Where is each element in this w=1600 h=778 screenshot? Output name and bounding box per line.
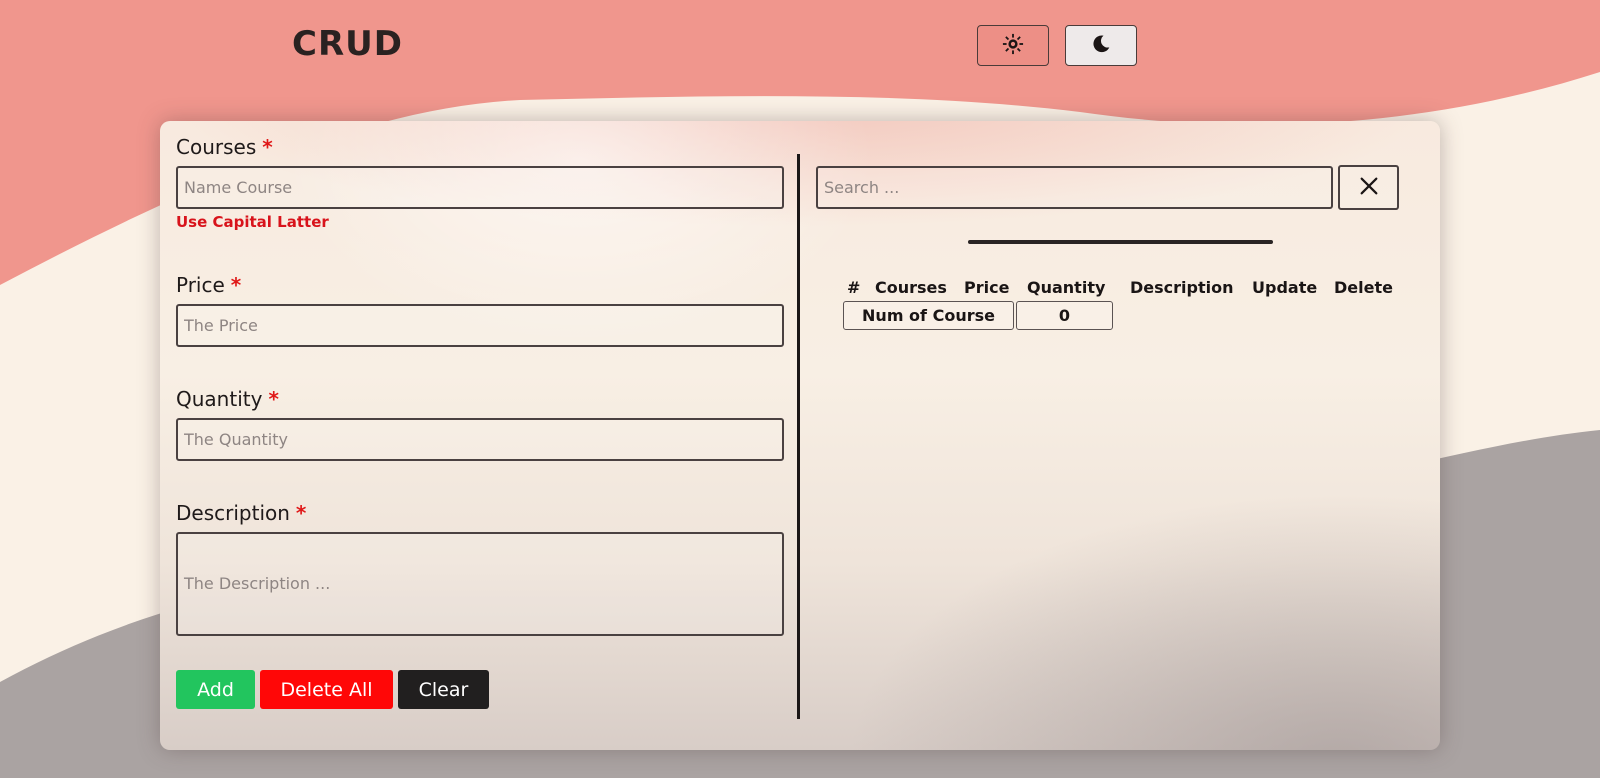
price-label: Price * xyxy=(176,273,241,297)
moon-icon xyxy=(1091,34,1111,58)
price-input[interactable] xyxy=(176,304,784,347)
clear-button[interactable]: Clear xyxy=(398,670,489,709)
delete-all-button[interactable]: Delete All xyxy=(260,670,393,709)
price-label-text: Price xyxy=(176,273,225,297)
required-mark: * xyxy=(268,387,279,411)
course-count-label: Num of Course xyxy=(843,301,1014,330)
column-header-number: # xyxy=(847,278,861,297)
search-input[interactable] xyxy=(816,166,1333,209)
column-header-update: Update xyxy=(1252,278,1318,297)
column-header-price: Price xyxy=(964,278,1010,297)
column-header-quantity: Quantity xyxy=(1027,278,1106,297)
required-mark: * xyxy=(230,273,242,297)
required-mark: * xyxy=(295,501,307,525)
sun-icon xyxy=(1002,33,1024,59)
quantity-label-text: Quantity xyxy=(176,387,263,411)
column-header-courses: Courses xyxy=(875,278,947,297)
courses-label: Courses * xyxy=(176,135,273,159)
course-count-value: 0 xyxy=(1016,301,1113,330)
course-name-input[interactable] xyxy=(176,166,784,209)
add-button[interactable]: Add xyxy=(176,670,255,709)
vertical-divider xyxy=(797,154,800,719)
courses-label-text: Courses xyxy=(176,135,257,159)
close-icon xyxy=(1358,175,1380,201)
clear-search-button[interactable] xyxy=(1338,165,1399,210)
description-textarea[interactable] xyxy=(176,532,784,636)
description-label: Description * xyxy=(176,501,306,525)
light-mode-button[interactable] xyxy=(977,25,1049,66)
column-header-description: Description xyxy=(1130,278,1234,297)
quantity-label: Quantity * xyxy=(176,387,279,411)
required-mark: * xyxy=(262,135,273,159)
quantity-input[interactable] xyxy=(176,418,784,461)
dark-mode-button[interactable] xyxy=(1065,25,1137,66)
horizontal-rule xyxy=(968,240,1273,244)
page-title: CRUD xyxy=(292,24,403,64)
description-label-text: Description xyxy=(176,501,290,525)
crud-card: Courses* Use Capital Latter Price* Quant… xyxy=(160,121,1440,750)
column-header-delete: Delete xyxy=(1334,278,1393,297)
capital-letter-hint: Use Capital Latter xyxy=(176,213,329,231)
